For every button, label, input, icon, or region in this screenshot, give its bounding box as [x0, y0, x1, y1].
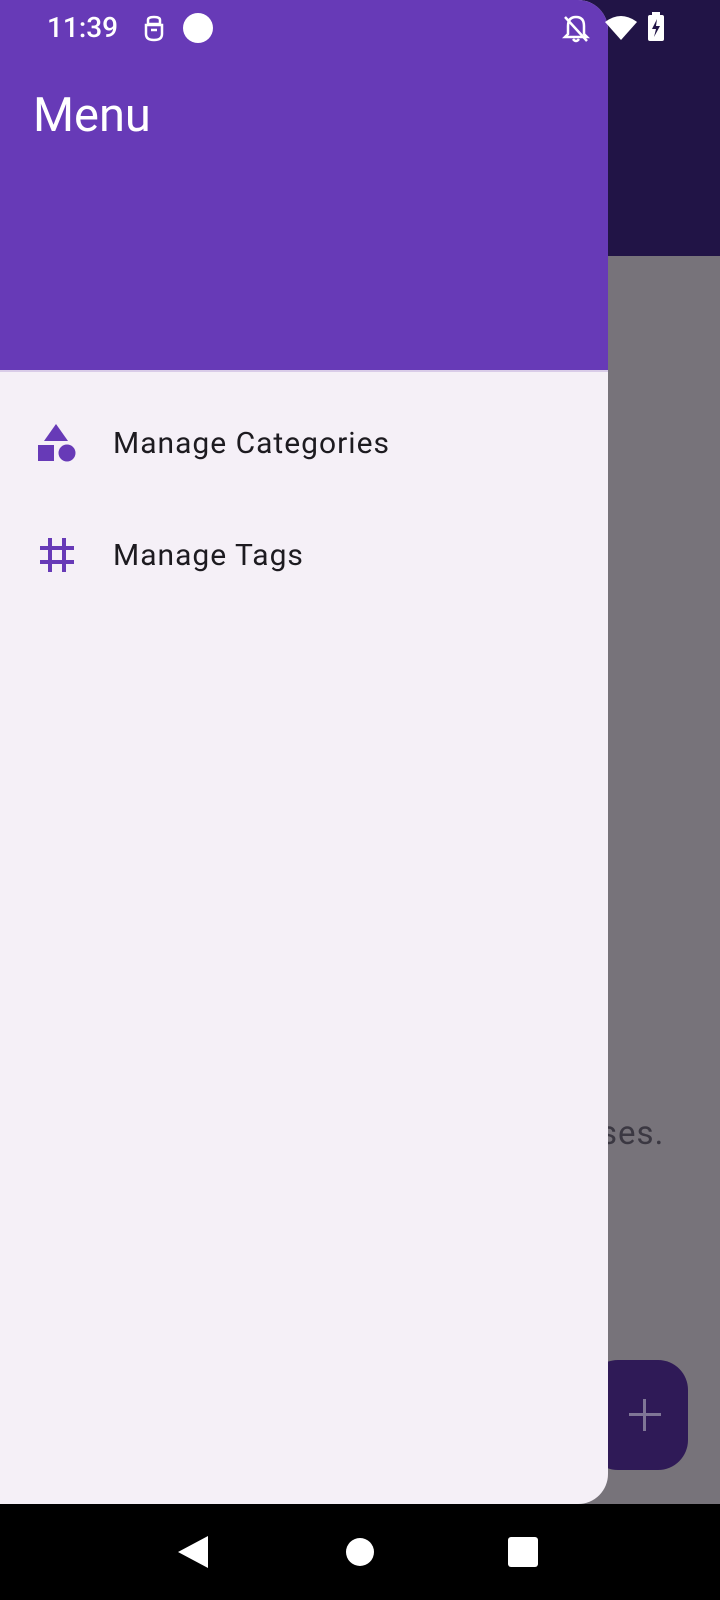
home-icon — [346, 1538, 374, 1566]
menu-item-manage-categories[interactable]: Manage Categories — [0, 393, 608, 493]
plus-icon — [629, 1399, 661, 1431]
recents-button[interactable] — [478, 1504, 568, 1600]
circle-dot-icon — [183, 13, 213, 43]
screenshot-icon — [144, 15, 164, 42]
empty-state-text: ses. — [600, 1114, 665, 1153]
navigation-drawer: Menu Manage Categories Manage Tags — [0, 0, 608, 1504]
home-button[interactable] — [315, 1504, 405, 1600]
menu-item-manage-tags[interactable]: Manage Tags — [0, 505, 608, 605]
status-bar: 11:39 — [0, 0, 720, 56]
back-icon — [178, 1536, 208, 1568]
wifi-icon — [605, 16, 637, 40]
hashtag-icon — [40, 538, 74, 572]
recents-icon — [508, 1537, 538, 1567]
status-time: 11:39 — [47, 11, 119, 44]
menu-item-label: Manage Categories — [113, 425, 390, 461]
battery-charging-icon — [648, 12, 664, 41]
notifications-off-icon — [562, 15, 590, 43]
system-navigation-bar — [0, 1504, 720, 1600]
drawer-title: Menu — [33, 88, 151, 143]
back-button[interactable] — [148, 1504, 238, 1600]
category-shapes-icon — [38, 424, 76, 462]
menu-item-label: Manage Tags — [113, 537, 304, 573]
